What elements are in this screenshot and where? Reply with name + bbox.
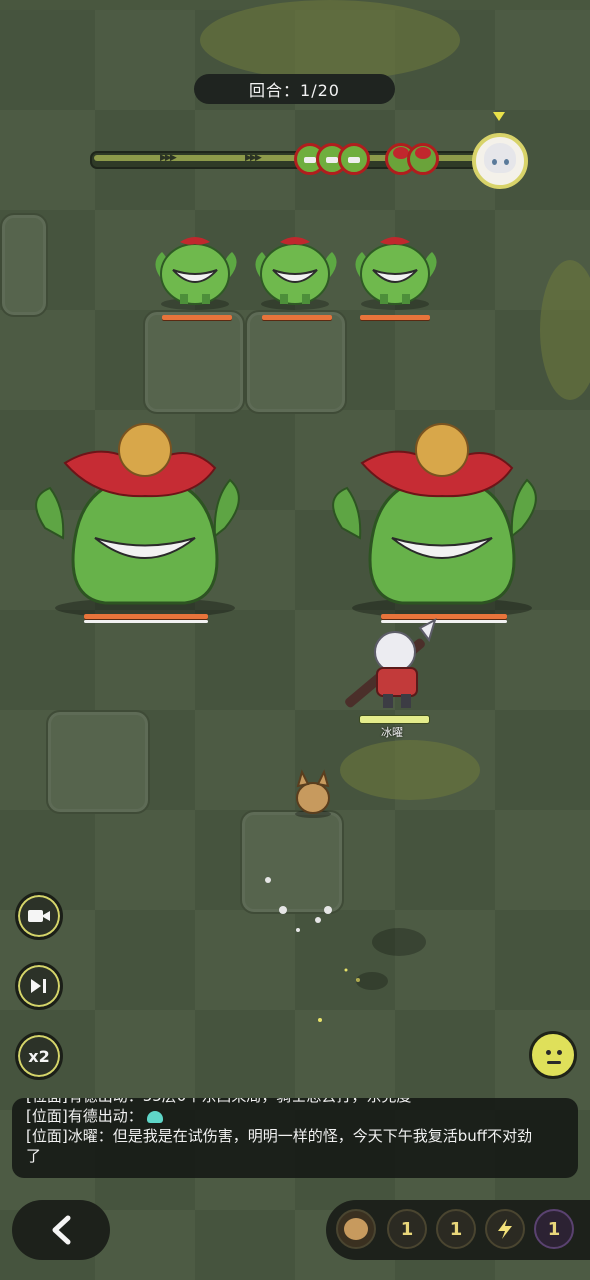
- enemy-hp-bar: [84, 614, 208, 619]
- cactus-monster[interactable]: [340, 232, 450, 312]
- purple-skill-slot[interactable]: 1: [534, 1209, 574, 1249]
- slime-emoji-icon: [146, 1110, 163, 1123]
- speed-button[interactable]: x2: [15, 1032, 63, 1080]
- cactus-monster[interactable]: [140, 232, 250, 312]
- enemy-hp-bar: [360, 315, 430, 320]
- ground-hole: [356, 972, 388, 990]
- floor-tile: [95, 10, 195, 110]
- floor-tile: [495, 610, 590, 710]
- skill-count: 1: [400, 1218, 414, 1240]
- cactus-monster[interactable]: [240, 232, 350, 312]
- floor-tile: [495, 710, 590, 810]
- floor-tile: [395, 810, 495, 910]
- skill-slot[interactable]: 1: [436, 1209, 476, 1249]
- floor-moss: [340, 740, 480, 800]
- emote-button[interactable]: [529, 1031, 577, 1079]
- round-counter: 回合：1/20: [194, 74, 395, 104]
- floor-tile: [395, 1010, 495, 1110]
- turn-arrow-icon: ▶▶▶: [245, 153, 262, 163]
- turn-token-cactus: [338, 143, 370, 175]
- floor-moss: [200, 0, 460, 80]
- floor-tile: [395, 310, 495, 410]
- skill-slot[interactable]: 1: [387, 1209, 427, 1249]
- back-button[interactable]: [12, 1200, 110, 1260]
- pet-skill-slot[interactable]: [336, 1209, 376, 1249]
- flower-cactus-boss[interactable]: [322, 418, 552, 618]
- enemy-hp-bar: [162, 315, 232, 320]
- camera-button[interactable]: [15, 892, 63, 940]
- floor-tile: [0, 310, 95, 410]
- chat-panel[interactable]: [位面]有德出动：55层0个东西来局，骑士总去打，东克度 [位面]有德出动： […: [12, 1098, 578, 1178]
- skip-icon: [31, 979, 46, 993]
- camera-icon: [28, 910, 50, 922]
- chat-message: [位面]有德出动：: [26, 1106, 564, 1126]
- floor-stone: [245, 310, 347, 414]
- skip-button[interactable]: [15, 962, 63, 1010]
- speed-label: x2: [28, 1046, 50, 1066]
- flower-cactus-boss[interactable]: [25, 418, 255, 618]
- battle-stage: 回合：1/20 ▶▶▶ ▶▶▶ 冰曜 x2 [位面]有德出动： [位面]冰曜：但…: [0, 0, 590, 1280]
- ground-hole: [372, 928, 426, 956]
- floor-stone: [143, 310, 245, 414]
- floor-tile: [495, 910, 590, 1010]
- current-turn-pointer-icon: [493, 112, 505, 121]
- lightning-skill-icon: [498, 1219, 512, 1239]
- floor-tile: [95, 1210, 195, 1280]
- floor-tile: [0, 610, 95, 710]
- floor-tile: [95, 910, 195, 1010]
- hero-turn-avatar: [472, 133, 528, 189]
- floor-tile: [495, 810, 590, 910]
- floor-tile: [395, 910, 495, 1010]
- spell-particles: [265, 877, 360, 1022]
- floor-tile: [95, 1010, 195, 1110]
- chevron-left-icon: [52, 1215, 71, 1245]
- dog-pet-icon: [344, 1218, 368, 1240]
- hero-character[interactable]: [325, 610, 455, 720]
- floor-stone: [46, 710, 150, 814]
- lightning-skill-slot[interactable]: [485, 1209, 525, 1249]
- floor-tile: [195, 710, 295, 810]
- pet-dog[interactable]: [288, 768, 338, 820]
- chat-message: [位面]冰曜：但是我是在试伤害，明明一样的怪，今天下午我复活buff不对劲了: [26, 1127, 533, 1165]
- enemy-hp-bar: [262, 315, 332, 320]
- enemy-shield-bar: [84, 620, 208, 623]
- skill-count: 1: [547, 1218, 561, 1240]
- floor-stone: [0, 213, 48, 317]
- floor-tile: [495, 10, 590, 110]
- emote-face-icon: [546, 1050, 551, 1055]
- floor-tile: [0, 10, 95, 110]
- skill-count: 1: [449, 1218, 463, 1240]
- floor-tile: [195, 610, 295, 710]
- floor-tile: [95, 610, 195, 710]
- chat-message: [位面]有德出动：55层0个东西来局，骑士总去打，东克度: [26, 1098, 564, 1106]
- turn-arrow-icon: ▶▶▶: [160, 153, 177, 163]
- hero-name-label: 冰曜: [381, 726, 403, 739]
- floor-tile: [195, 1210, 295, 1280]
- floor-tile: [95, 810, 195, 910]
- turn-token-flower-cactus: [407, 143, 439, 175]
- floor-tile: [0, 110, 95, 210]
- hero-hp-bar: [359, 715, 430, 724]
